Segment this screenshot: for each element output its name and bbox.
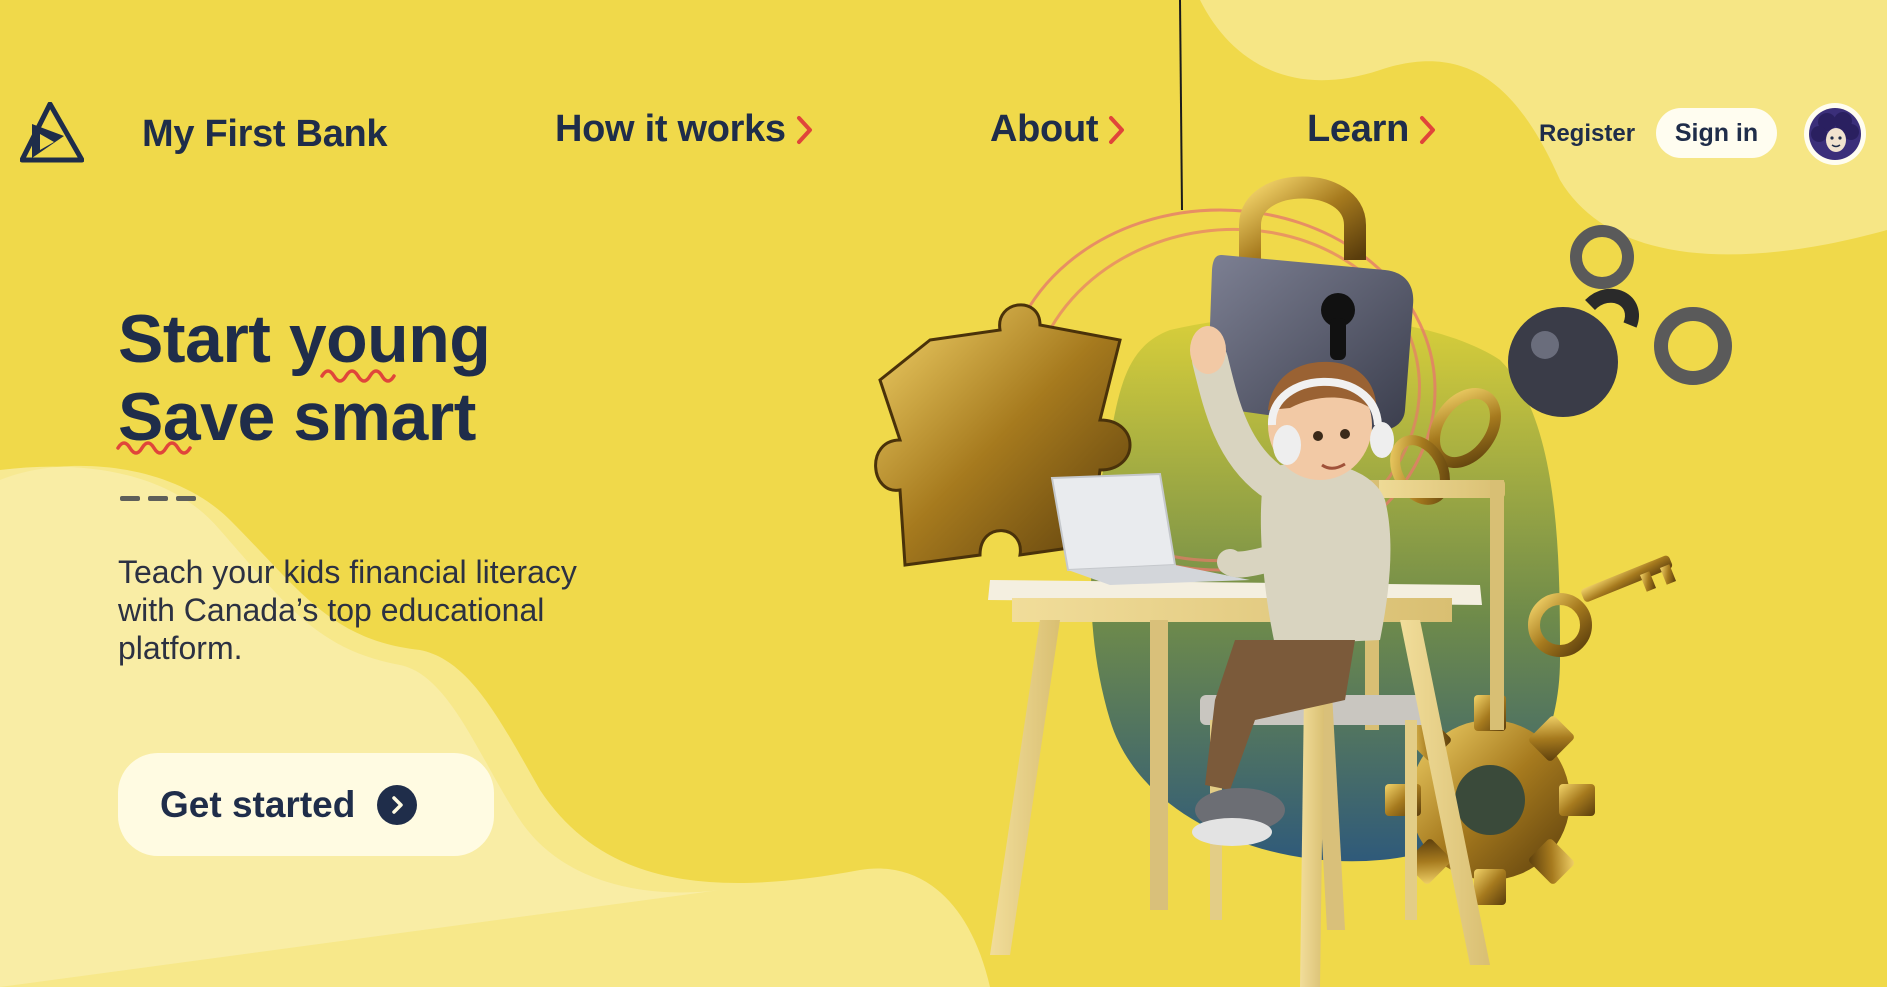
nav-label: How it works [555,108,786,150]
hero-headline: Start young Save smart [118,300,491,456]
logo-icon [20,102,84,163]
brand-logo[interactable]: My First Bank [20,102,388,166]
nav-how-it-works[interactable]: How it works [555,108,814,151]
squiggle-underline-decoration [116,441,192,455]
hero-subtitle: Teach your kids financial literacy with … [118,554,577,666]
squiggle-underline-decoration [320,369,396,383]
cta-label: Get started [160,783,356,825]
arrow-circle-icon [377,784,418,825]
hero-illustration [874,0,1732,987]
brand-name: My First Bank [142,112,388,155]
headline-line-1: Start young [118,301,491,377]
chevron-right-icon [796,115,812,144]
divider-dashes [120,496,196,501]
get-started-button[interactable]: Get started [118,753,494,856]
